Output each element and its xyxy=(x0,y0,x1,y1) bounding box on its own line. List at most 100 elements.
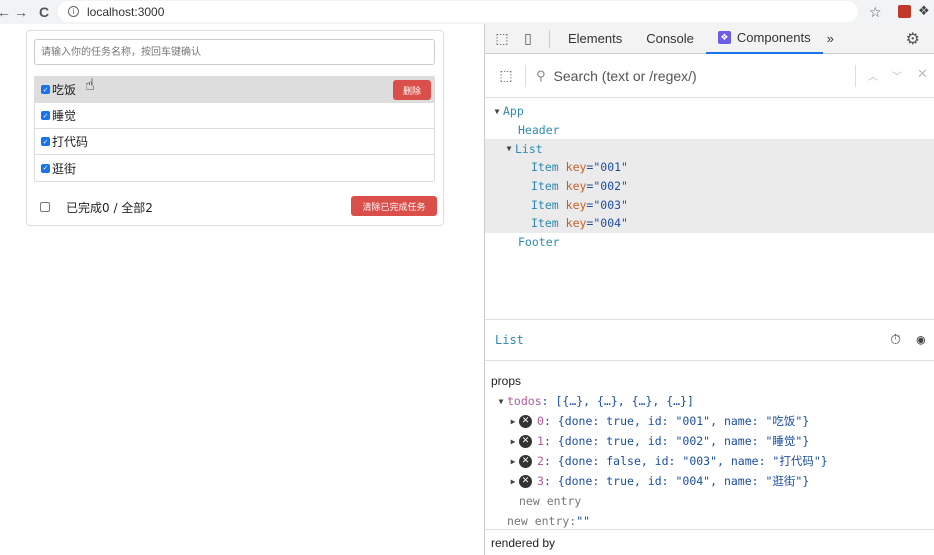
bookmark-star-icon[interactable]: ☆ xyxy=(869,4,882,21)
chevron-up-icon[interactable]: ︿ xyxy=(868,68,878,83)
tab-components-label: Components xyxy=(736,30,811,45)
todo-name: 睡觉 xyxy=(52,109,77,123)
tree-node-label: Item xyxy=(531,216,559,231)
select-all-checkbox[interactable] xyxy=(40,202,50,212)
prop-row[interactable]: ▶ ✕ 0: {done: true, id: "001", name: "吃饭… xyxy=(485,411,934,431)
tree-node-item[interactable]: Item key ="003" xyxy=(485,195,934,215)
prop-index: 2 xyxy=(537,454,544,468)
checkbox-checked[interactable]: ✓ xyxy=(41,137,50,146)
collapse-triangle-icon[interactable]: ▶ xyxy=(507,417,519,426)
collapse-triangle-icon[interactable]: ▶ xyxy=(507,437,519,446)
mouse-cursor-icon: ☝ xyxy=(85,75,95,94)
search-input[interactable] xyxy=(553,67,834,84)
info-icon[interactable]: i xyxy=(68,6,79,17)
new-entry-text: new entry xyxy=(519,494,582,508)
new-entry-field[interactable]: new entry: "" xyxy=(485,511,934,531)
address-bar[interactable]: i localhost:3000 xyxy=(58,1,858,22)
reload-icon[interactable]: C xyxy=(34,4,54,20)
tab-console[interactable]: Console xyxy=(634,24,706,54)
selected-component-name: List xyxy=(495,333,524,347)
divider xyxy=(549,29,550,48)
forward-icon[interactable]: → xyxy=(11,4,31,20)
prop-index: 3 xyxy=(537,474,544,488)
divider xyxy=(525,64,526,87)
list-item[interactable]: ✓ 逛街 xyxy=(35,155,434,181)
prop-index: 0 xyxy=(537,414,544,428)
tree-node-label: List xyxy=(515,141,543,156)
puzzle-icon[interactable]: ❖ xyxy=(918,3,930,19)
timer-icon[interactable]: ⏱ xyxy=(890,332,901,348)
list-item[interactable]: ✓ 吃饭 ☝ 删除 xyxy=(35,75,434,103)
key-attr-value: ="002" xyxy=(586,179,628,194)
tree-node-label: Item xyxy=(531,160,559,175)
remove-circle-icon[interactable]: ✕ xyxy=(519,474,532,488)
remove-circle-icon[interactable]: ✕ xyxy=(519,454,532,468)
prop-value: : {done: true, id: "002", name: "睡觉"} xyxy=(543,434,810,448)
prop-row[interactable]: ▶ ✕ 1: {done: true, id: "002", name: "睡觉… xyxy=(485,431,934,451)
expand-triangle-icon[interactable]: ▼ xyxy=(503,144,515,153)
prop-row-todos[interactable]: ▼ todos: [{…}, {…}, {…}, {…}] xyxy=(485,391,934,411)
key-attr-value: ="001" xyxy=(586,160,628,175)
prop-key: todos xyxy=(507,394,542,408)
key-attr-value: ="004" xyxy=(586,216,628,231)
remove-circle-icon[interactable]: ✕ xyxy=(519,434,532,448)
select-component-icon[interactable]: ⬚ xyxy=(497,67,515,84)
list-item[interactable]: ✓ 睡觉 xyxy=(35,103,434,129)
list-item[interactable]: ✓ 打代码 xyxy=(35,129,434,155)
key-attr-name: key xyxy=(565,216,587,231)
selected-component-header: List ⏱ ◉ xyxy=(485,319,934,361)
divider xyxy=(855,65,856,87)
device-toolbar-icon[interactable]: ▯ xyxy=(519,30,537,47)
tree-node-header[interactable]: Header xyxy=(485,121,934,140)
tree-node-footer[interactable]: Footer xyxy=(485,233,934,252)
todo-name: 吃饭 xyxy=(52,83,77,97)
prop-value: : {done: true, id: "004", name: "逛街"} xyxy=(543,474,810,488)
checkbox-checked[interactable]: ✓ xyxy=(41,111,50,120)
browser-toolbar: ← → C i localhost:3000 ☆ ❖ xyxy=(0,0,934,24)
tree-node-item[interactable]: Item key ="001" xyxy=(485,158,934,177)
tab-elements[interactable]: Elements xyxy=(556,24,634,54)
delete-button[interactable]: 删除 xyxy=(393,80,431,100)
tree-node-list[interactable]: ▼ List xyxy=(485,139,934,159)
checkbox-checked[interactable]: ✓ xyxy=(41,163,50,173)
prop-row[interactable]: ▶ ✕ 2: {done: false, id: "003", name: "打… xyxy=(485,451,934,471)
key-attr-value: ="003" xyxy=(586,197,628,212)
tree-node-item[interactable]: Item key ="004" xyxy=(485,214,934,233)
tree-node-item[interactable]: Item key ="002" xyxy=(485,176,934,196)
task-input[interactable] xyxy=(34,39,435,65)
clear-completed-button[interactable]: 清除已完成任务 xyxy=(351,196,437,216)
collapse-triangle-icon[interactable]: ▶ xyxy=(507,477,519,486)
todo-name: 逛街 xyxy=(52,161,77,176)
settings-gear-icon[interactable]: ⚙ xyxy=(906,29,920,49)
component-search-bar: ⬚ ⚲ ︿ ﹀ ✕ xyxy=(485,54,934,98)
inspect-element-icon[interactable]: ⬚ xyxy=(493,30,511,47)
tab-components[interactable]: ❖ Components xyxy=(705,24,823,54)
tree-node-label: App xyxy=(503,104,524,119)
tree-node-app[interactable]: ▼ App xyxy=(485,102,934,121)
tree-node-label: Header xyxy=(518,123,560,138)
props-inspector: props ▼ todos: [{…}, {…}, {…}, {…}] ▶ ✕ … xyxy=(485,371,934,531)
more-tabs-icon[interactable]: » xyxy=(823,24,838,54)
todo-app: ✓ 吃饭 ☝ 删除 ✓ 睡觉 ✓ 打代码 ✓ 逛街 已完成0 / 全部2 清除已… xyxy=(26,30,444,226)
key-attr-name: key xyxy=(565,197,587,212)
collapse-triangle-icon[interactable]: ▶ xyxy=(507,457,519,466)
devtools-tab-bar: ⬚ ▯ Elements Console ❖ Components » ⚙ xyxy=(485,24,934,54)
remove-circle-icon[interactable]: ✕ xyxy=(519,414,532,428)
eye-icon[interactable]: ◉ xyxy=(917,332,925,348)
close-icon[interactable]: ✕ xyxy=(917,66,928,82)
expand-triangle-icon[interactable]: ▼ xyxy=(491,107,503,116)
expand-triangle-icon[interactable]: ▼ xyxy=(495,397,507,406)
search-icon: ⚲ xyxy=(536,67,546,83)
chevron-down-icon[interactable]: ﹀ xyxy=(892,68,902,83)
vue-logo-icon: ❖ xyxy=(717,31,731,44)
new-entry-row[interactable]: new entry xyxy=(485,491,934,511)
url-text: localhost:3000 xyxy=(87,4,165,19)
key-attr-name: key xyxy=(565,179,587,194)
prop-index: 1 xyxy=(537,434,544,448)
new-entry-value[interactable]: "" xyxy=(576,514,590,528)
prop-row[interactable]: ▶ ✕ 3: {done: true, id: "004", name: "逛街… xyxy=(485,471,934,491)
props-section-title: props xyxy=(491,374,522,388)
extension-icon[interactable] xyxy=(898,5,911,18)
tree-node-label: Footer xyxy=(518,235,560,250)
checkbox-checked[interactable]: ✓ xyxy=(41,85,50,94)
